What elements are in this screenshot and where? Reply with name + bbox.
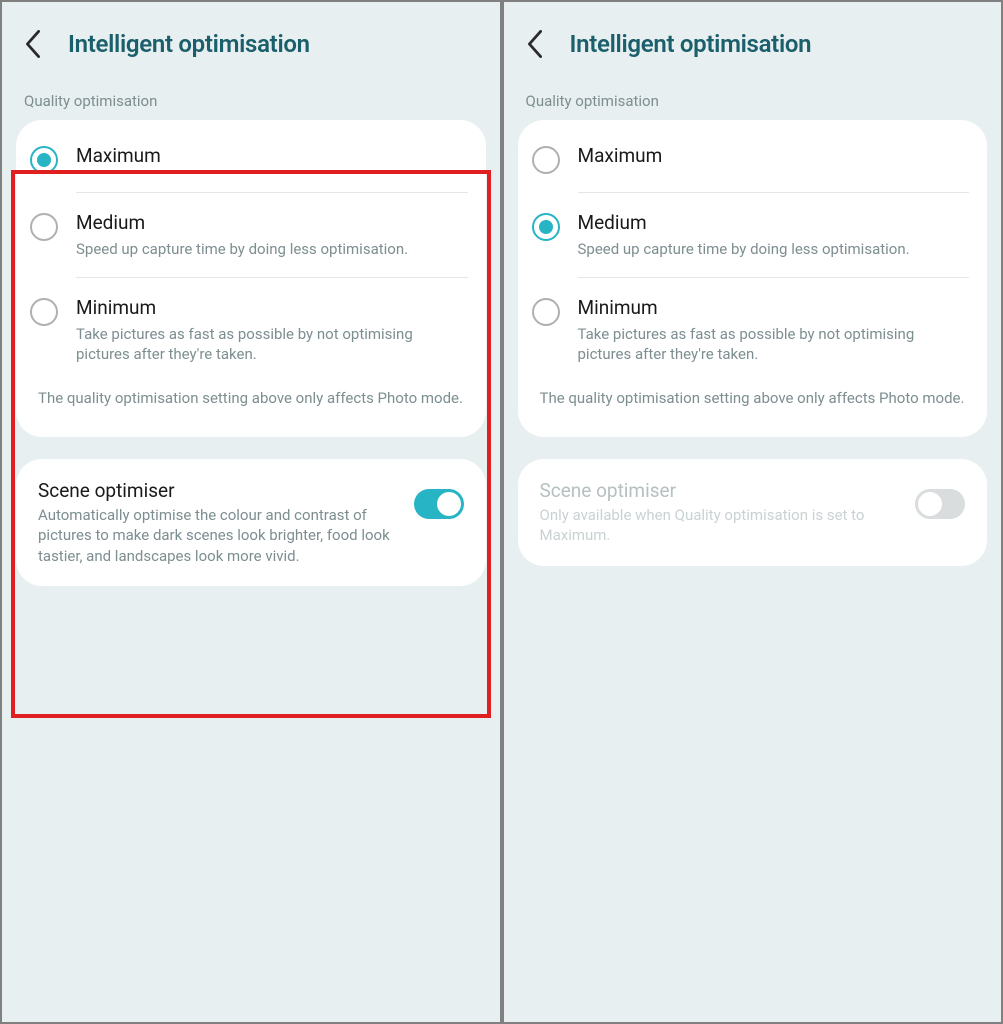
scene-title: Scene optimiser — [540, 479, 902, 502]
section-label-quality: Quality optimisation — [504, 78, 1002, 120]
option-desc: Take pictures as fast as possible by not… — [578, 324, 966, 365]
option-title: Minimum — [578, 296, 966, 321]
page-title: Intelligent optimisation — [570, 30, 812, 58]
radio-icon — [532, 298, 560, 326]
scene-toggle — [915, 489, 965, 519]
option-minimum[interactable]: Minimum Take pictures as fast as possibl… — [518, 278, 988, 382]
option-minimum[interactable]: Minimum Take pictures as fast as possibl… — [16, 278, 486, 382]
option-maximum[interactable]: Maximum — [518, 126, 988, 192]
option-desc: Speed up capture time by doing less opti… — [76, 239, 464, 259]
option-title: Maximum — [578, 144, 966, 169]
radio-icon — [532, 146, 560, 174]
radio-icon — [30, 146, 58, 174]
scene-title: Scene optimiser — [38, 479, 400, 502]
option-title: Minimum — [76, 296, 464, 321]
header: Intelligent optimisation — [2, 2, 500, 78]
radio-icon — [30, 298, 58, 326]
card-footer-note: The quality optimisation setting above o… — [16, 382, 486, 431]
option-desc: Speed up capture time by doing less opti… — [578, 239, 966, 259]
radio-icon — [30, 213, 58, 241]
option-title: Medium — [76, 211, 464, 236]
scene-desc: Only available when Quality optimisation… — [540, 505, 902, 546]
option-title: Maximum — [76, 144, 464, 169]
scene-optimiser-card: Scene optimiser Only available when Qual… — [518, 459, 988, 566]
back-icon[interactable] — [22, 33, 44, 55]
header: Intelligent optimisation — [504, 2, 1002, 78]
option-medium[interactable]: Medium Speed up capture time by doing le… — [518, 193, 988, 277]
option-medium[interactable]: Medium Speed up capture time by doing le… — [16, 193, 486, 277]
screen-left: Intelligent optimisation Quality optimis… — [2, 2, 500, 1022]
option-desc: Take pictures as fast as possible by not… — [76, 324, 464, 365]
back-icon[interactable] — [524, 33, 546, 55]
option-maximum[interactable]: Maximum — [16, 126, 486, 192]
section-label-quality: Quality optimisation — [2, 78, 500, 120]
scene-optimiser-card[interactable]: Scene optimiser Automatically optimise t… — [16, 459, 486, 586]
quality-options-card: Maximum Medium Speed up capture time by … — [16, 120, 486, 437]
scene-toggle[interactable] — [414, 489, 464, 519]
screen-right: Intelligent optimisation Quality optimis… — [504, 2, 1002, 1022]
quality-options-card: Maximum Medium Speed up capture time by … — [518, 120, 988, 437]
scene-desc: Automatically optimise the colour and co… — [38, 505, 400, 566]
option-title: Medium — [578, 211, 966, 236]
page-title: Intelligent optimisation — [68, 30, 310, 58]
card-footer-note: The quality optimisation setting above o… — [518, 382, 988, 431]
radio-icon — [532, 213, 560, 241]
